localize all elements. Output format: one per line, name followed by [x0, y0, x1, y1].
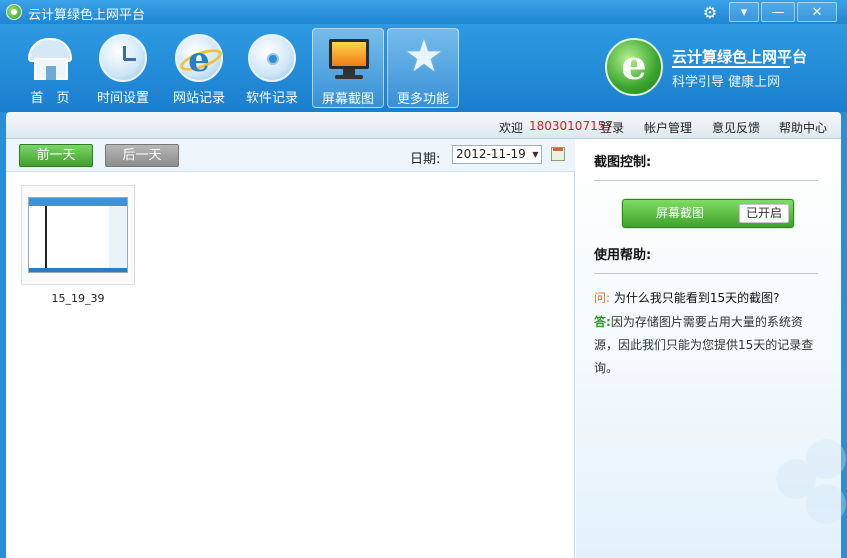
screenshot-preview-image	[28, 197, 128, 273]
answer-text: 因为存储图片需要占用大量的系统资源，因此我们只能为您提供15天的记录查询。	[594, 315, 814, 375]
toolbar-software-records-label: 软件记录	[245, 91, 298, 106]
question-text: 为什么我只能看到15天的截图?	[613, 291, 780, 305]
screenshot-toggle-state: 已开启	[739, 204, 789, 223]
welcome-text: 欢迎	[499, 121, 524, 135]
toolbar-screenshot-label: 屏幕截图	[321, 92, 374, 107]
toolbar-time-settings[interactable]: 时间设置	[87, 28, 159, 108]
brand-title: 云计算绿色上网平台	[672, 48, 808, 66]
brand-logo-icon: e	[605, 38, 663, 96]
answer-mark-label: 答	[594, 315, 607, 329]
prev-day-button[interactable]: 前一天	[19, 144, 93, 167]
toolbar-website-records-label: 网站记录	[172, 91, 225, 106]
screenshot-toggle[interactable]: 屏幕截图 已开启	[622, 199, 794, 228]
house-icon	[26, 34, 74, 82]
brand-slogan: 科学引导 健康上网	[672, 75, 781, 90]
settings-gear-icon[interactable]: ⚙	[698, 2, 722, 22]
capture-control-heading: 截图控制:	[594, 155, 652, 170]
screenshot-thumbnail[interactable]	[21, 185, 135, 285]
screenshot-caption: 15_19_39	[51, 292, 105, 305]
divider	[594, 180, 818, 181]
clock-icon	[99, 34, 147, 82]
toolbar-home[interactable]: 首 页	[14, 28, 86, 108]
decorative-flower-icon	[766, 439, 847, 558]
toolbar-website-records[interactable]: e 网站记录	[163, 28, 235, 108]
help-center-link[interactable]: 帮助中心	[779, 119, 827, 136]
toolbar-time-settings-label: 时间设置	[96, 91, 149, 106]
main-toolbar: 首 页 时间设置 e 网站记录 软件记录 屏幕截图 ★ 更多功能 e 云计算绿色…	[0, 24, 847, 112]
divider	[594, 273, 818, 274]
star-icon: ★	[404, 31, 444, 82]
toolbar-screenshot[interactable]: 屏幕截图	[312, 28, 384, 108]
user-nav-strip: 欢迎 18030107157 登录 帐户管理 意见反馈 帮助中心	[6, 112, 841, 139]
date-navigation-bar: 前一天 后一天 日期: 2012-11-19 ▼	[6, 139, 575, 172]
login-link[interactable]: 登录	[600, 119, 624, 136]
cd-icon	[248, 34, 296, 82]
feedback-link[interactable]: 意见反馈	[712, 119, 760, 136]
brand-divider	[672, 66, 790, 68]
close-button[interactable]: ✕	[797, 2, 837, 22]
faq-question: 问: 为什么我只能看到15天的截图?	[594, 291, 780, 305]
calendar-icon[interactable]	[551, 147, 565, 161]
window-title: 云计算绿色上网平台	[28, 8, 146, 23]
screenshot-toggle-label: 屏幕截图	[655, 206, 704, 220]
account-management-link[interactable]: 帐户管理	[644, 119, 692, 136]
question-mark-label: 问	[594, 291, 607, 305]
toolbar-home-label: 首 页	[30, 91, 70, 106]
faq-answer: 答:因为存储图片需要占用大量的系统资源，因此我们只能为您提供15天的记录查询。	[594, 315, 814, 375]
toolbar-more-functions[interactable]: ★ 更多功能	[387, 28, 459, 108]
toolbar-more-functions-label: 更多功能	[396, 92, 449, 107]
usage-help-heading: 使用帮助:	[594, 248, 652, 263]
title-bar: 云计算绿色上网平台 ⚙ ▾ — ✕	[0, 0, 847, 24]
monitor-icon	[325, 35, 373, 83]
ie-icon: e	[175, 34, 225, 82]
toolbar-software-records[interactable]: 软件记录	[236, 28, 308, 108]
next-day-button[interactable]: 后一天	[105, 144, 179, 167]
menu-dropdown-button[interactable]: ▾	[729, 2, 759, 22]
screenshot-list-pane: 前一天 后一天 日期: 2012-11-19 ▼ 15_19_39	[6, 139, 575, 558]
control-panel: 截图控制: 屏幕截图 已开启 使用帮助: 问: 为什么我只能看到15天的截图? …	[576, 139, 846, 558]
minimize-button[interactable]: —	[761, 2, 795, 22]
chevron-down-icon[interactable]: ▼	[529, 145, 542, 164]
date-label: 日期:	[410, 152, 441, 167]
app-logo-icon	[6, 4, 22, 20]
content-area: 前一天 后一天 日期: 2012-11-19 ▼ 15_19_39 截图控制: …	[6, 139, 846, 558]
